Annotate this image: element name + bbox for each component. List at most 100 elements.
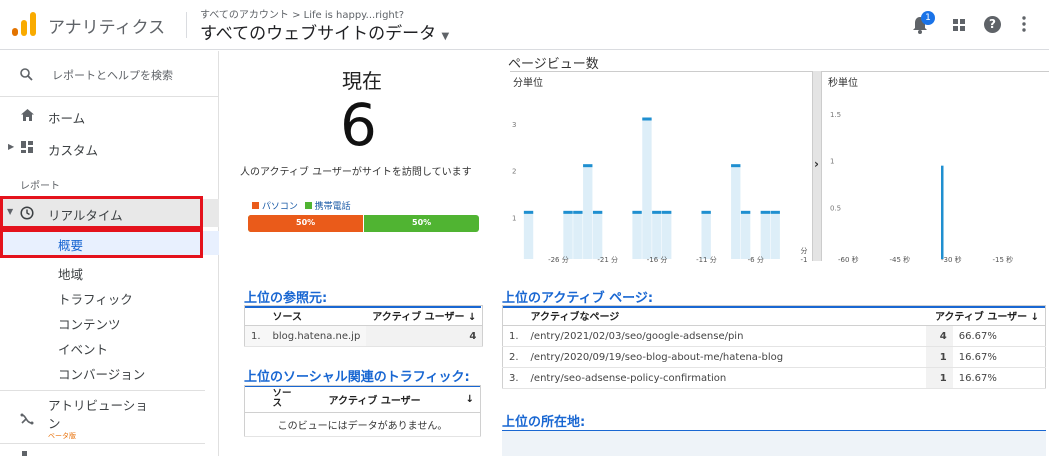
x-tick-label: -21 分 [597,255,618,263]
apps-grid-icon[interactable] [952,18,966,32]
col-source-header[interactable]: ソース [266,385,323,413]
sidebar: レポートとヘルプを検索 ホーム ▶ カスタム レポート ▼ リアルタイム 概要 … [0,51,219,456]
sidebar-item-home[interactable]: ホーム [0,103,219,129]
page-link[interactable]: /entry/2020/09/19/seo-blog-about-me/hate… [524,346,926,368]
view-selector[interactable]: すべてのウェブサイトのデータ ▼ [200,19,449,44]
desktop-legend-label: パソコン [261,202,298,212]
sidebar-divider [0,443,205,444]
bar-fill [563,212,573,259]
reports-section-label: レポート [20,181,60,192]
referrals-table: ソース アクティブ ユーザー ↓ 1. blog.hatena.ne.jp 4 [244,305,484,347]
bar-fill [642,119,652,259]
sort-down-icon[interactable]: ↓ [454,385,481,413]
search-box[interactable]: レポートとヘルプを検索 [0,51,219,97]
x-tick-label: -16 分 [647,255,668,263]
social-table: ソース アクティブ ユーザー ↓ このビューにはデータがありません。 [244,385,481,437]
y-tick-label: 1 [512,214,516,222]
x-tick-label: -26 分 [548,255,569,263]
sidebar-item-attribution[interactable]: アトリビューション ベータ版 [0,394,219,442]
desktop-share-label: 50% [296,218,316,227]
device-legend: パソコン 携帯電話 [252,199,351,212]
sidebar-item-events[interactable]: イベント [0,335,219,359]
sidebar-item-conversions[interactable]: コンバージョン [0,360,219,384]
page-link[interactable]: /entry/seo-adsense-policy-confirmation [524,367,926,389]
row-index: 1. [502,325,525,347]
app-title[interactable]: アナリティクス [48,13,165,38]
bar-top [632,210,642,214]
expand-arrow-icon: › [814,157,819,171]
x-tick-label: -45 秒 [890,255,911,263]
table-row: 1. blog.hatena.ne.jp 4 [244,325,483,347]
col-users-header[interactable]: アクティブ ユーザー ↓ [366,305,483,326]
y-tick-label: 0.5 [830,204,841,212]
sidebar-item-custom[interactable]: ▶ カスタム [0,135,219,161]
y-tick-label: 1.5 [830,111,841,119]
sidebar-item-content[interactable]: コンテンツ [0,310,219,334]
highlight-box [0,229,203,258]
view-name: すべてのウェブサイトのデータ [200,24,437,44]
col-users-header[interactable]: アクティブ ユーザー [322,385,455,413]
col-source-header[interactable]: ソース [266,305,367,326]
caret-down-icon: ▼ [441,31,450,42]
bar-fill [731,165,741,259]
sidebar-item-traffic[interactable]: トラフィック [0,285,219,309]
mobile-share-label: 50% [412,218,432,227]
row-index: 1. [244,325,267,347]
main-content: 現在 6 人のアクティブ ユーザーがサイトを訪問しています パソコン 携帯電話 … [220,51,1049,456]
search-icon [20,68,33,81]
analytics-logo-icon[interactable] [12,12,36,36]
per-minute-label: 分単位 [513,78,543,89]
table-row: 3. /entry/seo-adsense-policy-confirmatio… [502,367,1046,389]
beta-badge: ベータ版 [48,432,76,440]
bar-top [563,210,573,214]
x-tick-label: -11 分 [696,255,717,263]
more-vert-icon[interactable] [1022,16,1026,32]
pages-table: アクティブなページ アクティブ ユーザー ↓ 1. /entry/2021/02… [502,305,1046,389]
notification-badge: 1 [921,11,935,25]
bar-top [652,210,662,214]
per-second-chart: 0.5 1 1.5 -60 秒 -45 秒 -30 秒 -15 秒 [830,111,1013,263]
sort-down-icon: ↓ [467,312,477,323]
active-users-count: 6 [340,91,377,159]
per-second-label: 秒単位 [828,78,858,89]
locations-title: 上位の所在地: [502,411,1046,432]
now-title: 現在 [342,69,382,93]
bar [941,165,944,259]
y-tick-label: 2 [512,168,516,176]
sidebar-item-label: ホーム [48,111,86,126]
col-page-header[interactable]: アクティブなページ [524,305,926,326]
bar-fill [652,212,662,259]
bar-fill [760,212,771,259]
empty-message: このビューにはデータがありません。 [244,412,481,437]
bar-top [770,210,780,214]
bar-top [573,210,583,214]
users-value: 4 [366,325,483,347]
x-tick-label: -1 [801,256,808,263]
social-title: 上位のソーシャル関連のトラフィック: [244,366,481,387]
pageviews-title: ページビュー数 [508,57,599,72]
users-percent: 16.67% [952,346,1046,368]
chart-splitter[interactable]: › [812,71,822,261]
bar-fill [701,212,711,259]
active-users-caption: 人のアクティブ ユーザーがサイトを訪問しています [240,167,472,178]
help-icon[interactable]: ? [984,16,1001,33]
locations-map[interactable] [502,431,1046,456]
source-link[interactable]: blog.hatena.ne.jp [266,325,367,347]
mobile-legend-swatch [304,202,312,209]
sort-down-icon: ↓ [1030,312,1039,323]
bar-top [523,210,534,214]
per-minute-chart: 1 2 3 -26 分 -21 分 -16 分 -11 分 -6 分 分-1 [512,117,808,263]
bar-fill [573,212,583,259]
page-link[interactable]: /entry/2021/02/03/seo/google-adsense/pin [524,325,926,347]
bar-fill [662,212,672,259]
x-tick-label: -6 分 [748,255,764,263]
bar-fill [523,212,534,259]
bar-top [592,210,603,214]
x-tick-label: 分 [801,246,808,255]
bar-top [740,210,751,214]
bar-top [760,210,771,214]
col-users-header[interactable]: アクティブ ユーザー ↓ [925,305,1046,326]
row-index: 2. [502,346,525,368]
sidebar-item-locations[interactable]: 地域 [0,260,219,284]
discover-icon[interactable] [22,451,27,456]
